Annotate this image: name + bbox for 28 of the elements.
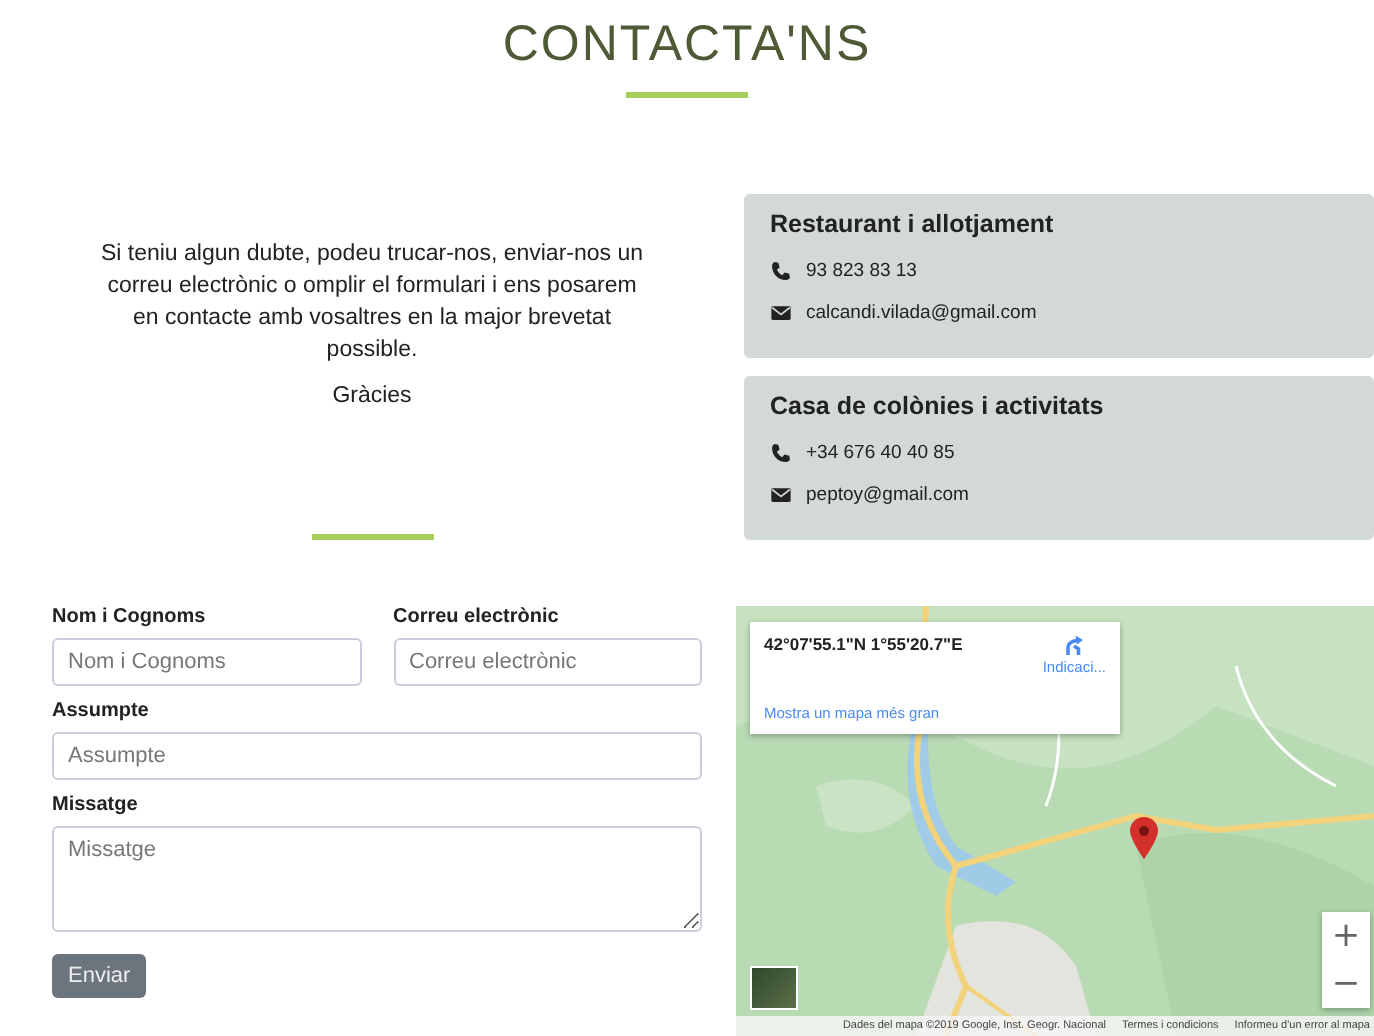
field-label: Correu electrònic: [393, 606, 561, 628]
envelope-icon: [770, 483, 792, 506]
zoom-out-button[interactable]: −: [1322, 960, 1370, 1008]
input-field[interactable]: Correu electrònic: [393, 638, 702, 686]
thanks-text: Gràcies: [332, 383, 412, 408]
phone-icon: [770, 441, 792, 464]
message-field[interactable]: Missatge: [52, 826, 702, 932]
zoom-in-button[interactable]: +: [1322, 912, 1370, 960]
field-label: Missatge: [52, 794, 140, 816]
card-heading: Casa de colònies i activitats: [770, 391, 1106, 420]
directions-icon: [1062, 634, 1087, 658]
satellite-view-button[interactable]: [750, 966, 798, 1010]
email-address: calcandi.vilada@gmail.com: [806, 301, 1037, 324]
field-label: Assumpte: [52, 700, 151, 722]
email-address: peptoy@gmail.com: [806, 483, 969, 506]
page-title: CONTACTA'NS: [500, 16, 874, 74]
intro-paragraph: Si teniu algun dubte, podeu trucar-nos, enviar-nos un correu electrònic o omplir el formulari i ens posarem en contacte amb vosaltres en la major brevetat possible.: [98, 239, 646, 366]
input-field[interactable]: Nom i Cognoms: [52, 638, 361, 686]
envelope-icon: [770, 301, 792, 324]
phone-number: 93 823 83 13: [806, 259, 917, 282]
field-label: Nom i Cognoms: [52, 606, 208, 628]
input-field[interactable]: Assumpte: [52, 732, 702, 780]
phone-icon: [770, 259, 792, 282]
submit-button[interactable]: Enviar: [52, 954, 147, 998]
phone-number: +34 676 40 40 85: [806, 441, 955, 464]
map-pin-icon: [1130, 816, 1158, 860]
card-heading: Restaurant i allotjament: [770, 209, 1056, 238]
coordinates-text: 42°07'55.1"N 1°55'20.7"E: [764, 634, 963, 658]
